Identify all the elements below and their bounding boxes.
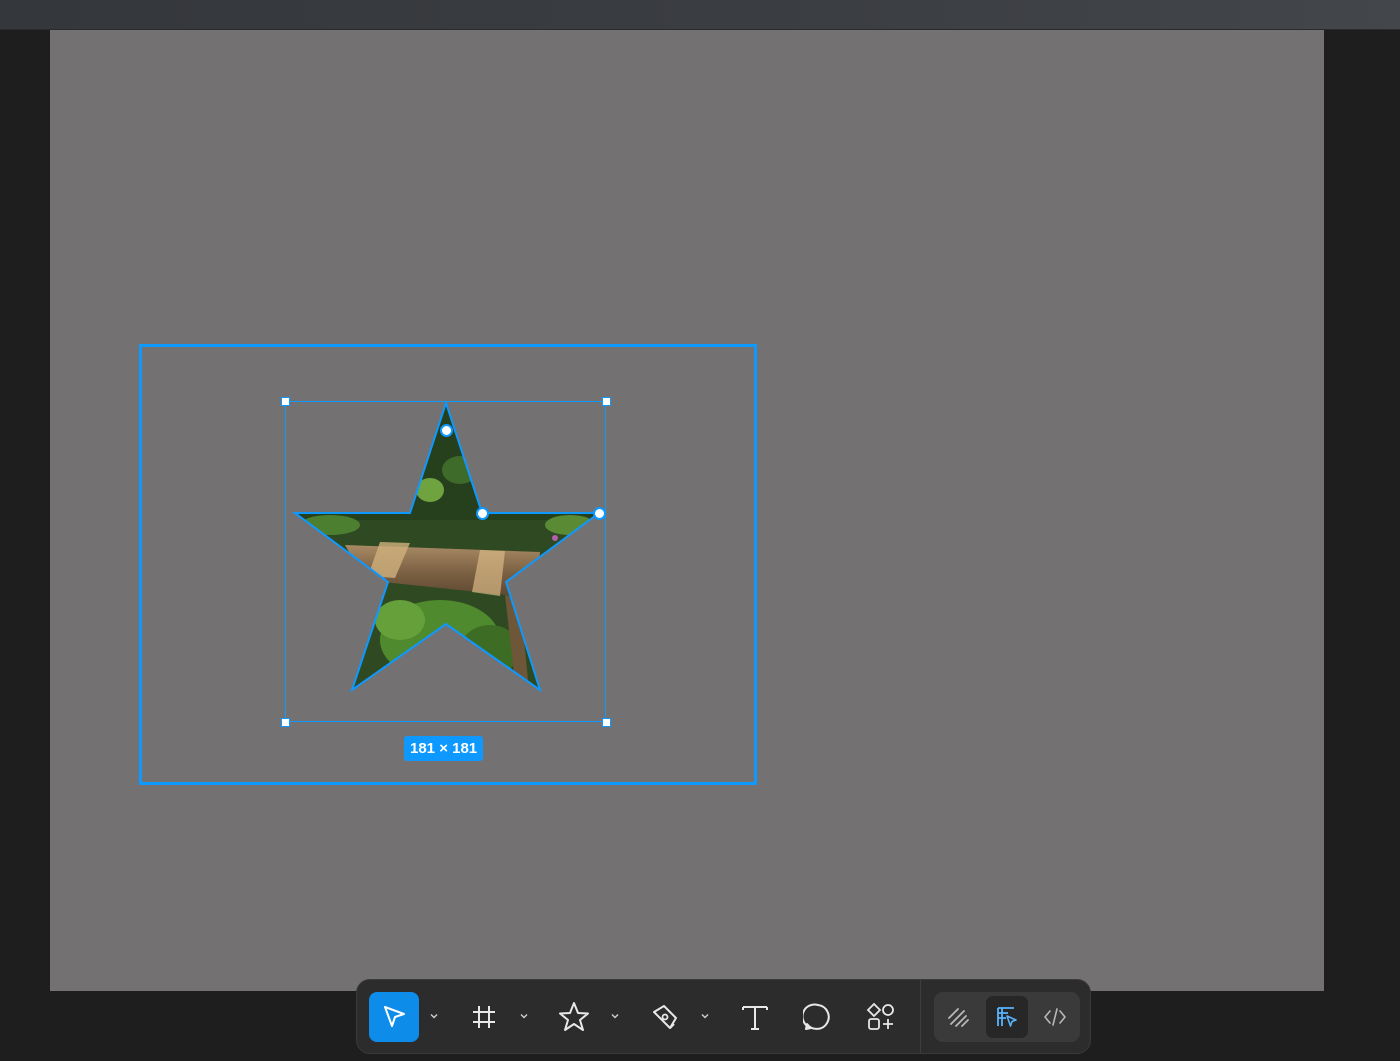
bottom-toolbar [356,979,1091,1054]
text-tool-button[interactable] [730,992,780,1042]
pen-tool-button[interactable] [640,992,690,1042]
dev-mode-button[interactable] [1034,996,1076,1038]
resize-handle-bottom-left[interactable] [281,718,290,727]
draw-mode-button[interactable] [938,996,980,1038]
star-corner-radius-handle[interactable] [593,507,606,520]
comment-tool-button[interactable] [793,992,843,1042]
shape-tool-button[interactable] [549,992,599,1042]
toolbar-divider [920,980,921,1053]
cursor-icon [384,1006,405,1027]
frame-tool-chevron-down-icon[interactable] [518,1010,530,1022]
star-bounding-box[interactable] [285,401,606,722]
move-tool-chevron-down-icon[interactable] [428,1010,440,1022]
design-mode-button[interactable] [986,996,1028,1038]
resize-handle-top-left[interactable] [281,397,290,406]
code-icon [1044,1008,1066,1026]
text-icon [742,1006,768,1030]
draw-icon [948,1008,969,1027]
shapes-plus-icon [866,1002,894,1030]
star-point-count-handle[interactable] [440,424,453,437]
window-top-bar [0,0,1400,30]
actions-tool-button[interactable] [856,992,906,1042]
star-ratio-handle[interactable] [476,507,489,520]
frame-icon [473,1006,495,1028]
move-tool-button[interactable] [369,992,419,1042]
pen-icon [653,1005,677,1029]
star-icon [559,1002,589,1031]
design-icon [997,1007,1017,1027]
mode-switcher [934,992,1080,1042]
selection-size-badge: 181 × 181 [404,736,484,761]
shape-tool-chevron-down-icon[interactable] [609,1010,621,1022]
resize-handle-top-right[interactable] [602,397,611,406]
pen-tool-chevron-down-icon[interactable] [699,1010,711,1022]
frame-tool-button[interactable] [459,992,509,1042]
comment-icon [803,1003,830,1030]
resize-handle-bottom-right[interactable] [602,718,611,727]
